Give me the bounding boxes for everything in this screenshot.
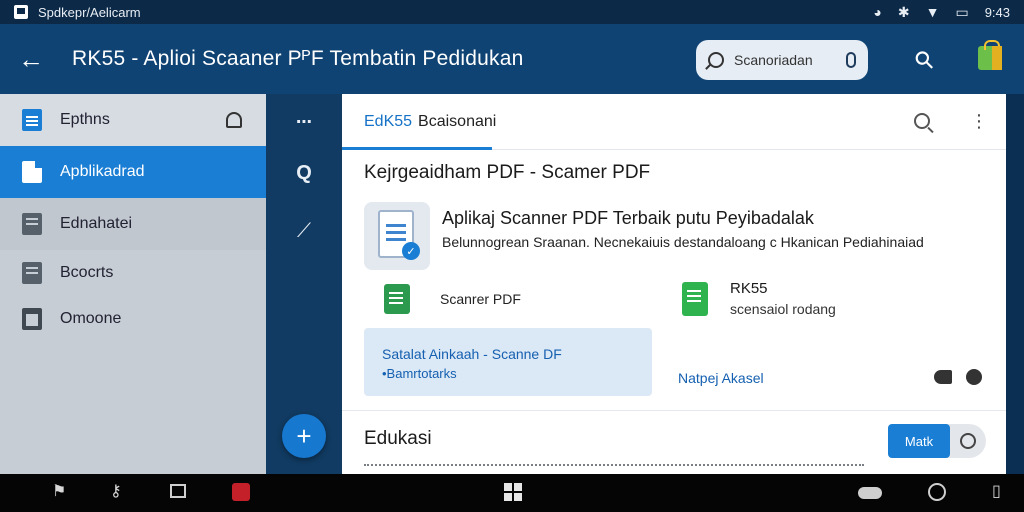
feature-label: Scanrer PDF: [440, 291, 521, 307]
search-icon[interactable]: [914, 113, 930, 129]
search-icon: [708, 52, 724, 68]
app-shortcut-icon[interactable]: [232, 483, 250, 501]
clock: 9:43: [984, 4, 1010, 20]
notification-text: Spdkepr/Aelicarm: [38, 4, 141, 20]
drawer-item-epthns[interactable]: Epthns: [0, 94, 266, 146]
app-card-description: Belunnogrean Sraanan. Necnekaiuis destan…: [442, 234, 924, 250]
search-icon[interactable]: Q: [266, 162, 342, 185]
section-title: Kejrgeaidham PDF - Scamer PDF: [364, 162, 651, 183]
drawer-item-bcocrts[interactable]: Bcocrts: [0, 250, 266, 296]
app-card-title[interactable]: Aplikaj Scanner PDF Terbaik putu Peyibad…: [442, 208, 814, 229]
drawer-item-ednahatei[interactable]: Ednahatei: [0, 198, 266, 250]
wrench-icon[interactable]: ⚲: [908, 44, 941, 77]
toggle-switch-icon[interactable]: [858, 487, 882, 499]
document-icon: [22, 109, 42, 131]
recent-apps-icon[interactable]: [170, 484, 186, 498]
drawer-item-label: Ednahatei: [60, 215, 133, 232]
calendar-icon: [22, 262, 42, 284]
add-icon: +: [296, 420, 312, 451]
system-nav-bar: ⚑ ⚷ ▯: [0, 474, 1024, 512]
box-icon: [22, 308, 42, 330]
alarm-icon: ◕: [873, 4, 882, 20]
more-vert-icon[interactable]: ⋮: [970, 112, 988, 130]
add-button[interactable]: +: [282, 414, 326, 458]
action-pill: Matk: [888, 424, 986, 458]
drawer-item-label: Epthns: [60, 111, 110, 128]
windows-start-icon[interactable]: [504, 483, 522, 501]
file-icon: [22, 161, 42, 183]
active-tab-indicator: [342, 147, 492, 150]
wand-icon[interactable]: ⟋: [266, 220, 342, 243]
promo-card[interactable]: Satalat Ainkaah - Scanne DF •Bamrtotarks: [364, 328, 652, 396]
status-icons: ◕ ✱ ▼ ▭ 9:43: [873, 5, 1010, 20]
notification-bell-icon[interactable]: [226, 112, 242, 128]
sheet-icon: [384, 284, 410, 314]
drawer-item-label: Bcocrts: [60, 264, 114, 281]
drawer-item-apblikadrad[interactable]: Apblikadrad: [0, 146, 266, 198]
tab-bar: EdK55 Bcaisonani ⋮: [342, 94, 1006, 150]
promo-title: Satalat Ainkaah - Scanne DF: [382, 346, 562, 362]
drawer-item-label: Omoone: [60, 310, 122, 327]
search-placeholder: Scanoriadan: [734, 52, 813, 68]
divider: [342, 410, 1006, 411]
globe-icon[interactable]: [928, 483, 946, 501]
tab-bcaisonani[interactable]: Bcaisonani: [418, 113, 496, 131]
search-input[interactable]: Scanoriadan: [696, 40, 868, 80]
app-notification-icon: [14, 5, 28, 19]
store-bag-icon[interactable]: [978, 40, 1002, 70]
feature-scanner-pdf[interactable]: Scanrer PDF: [384, 284, 521, 314]
feature-rk55[interactable]: RK55 scensaiol rodang: [682, 280, 836, 317]
navigation-drawer: Epthns Apblikadrad Ednahatei Bcocrts Omo…: [0, 94, 266, 474]
app-title: RK55 - Aplioi Scaaner PᴾF Tembatin Pedid…: [72, 47, 524, 70]
feature-subtitle: scensaiol rodang: [730, 301, 836, 317]
menu-icon[interactable]: ⋯: [266, 112, 342, 132]
app-document-icon: ✓: [364, 202, 430, 270]
feature-name: RK55: [730, 280, 768, 297]
info-icon[interactable]: [966, 369, 982, 385]
action-button[interactable]: Matk: [888, 424, 950, 458]
drawer-item-omoone[interactable]: Omoone: [0, 296, 266, 342]
spreadsheet-icon: [682, 281, 708, 316]
key-icon[interactable]: ⚷: [110, 484, 122, 500]
promo-subtitle: •Bamrtotarks: [382, 366, 457, 381]
education-title: Edukasi: [364, 428, 432, 449]
wifi-icon: ▼: [925, 4, 940, 20]
flag-icon[interactable]: ⚑: [52, 484, 66, 500]
status-bar: Spdkepr/Aelicarm ◕ ✱ ▼ ▭ 9:43: [0, 0, 1024, 24]
checkmark-icon: ✓: [402, 242, 420, 260]
phone-icon[interactable]: ▯: [992, 484, 1001, 500]
bluetooth-icon: ✱: [897, 4, 910, 20]
folder-icon: [22, 213, 42, 235]
back-arrow-icon[interactable]: ←: [18, 46, 48, 72]
toggle-icon[interactable]: [934, 370, 952, 384]
settings-icon[interactable]: [960, 433, 976, 449]
drawer-item-label: Apblikadrad: [60, 163, 145, 180]
tab-edk55[interactable]: EdK55: [364, 113, 412, 131]
mic-icon[interactable]: [846, 52, 856, 68]
app-bar: ← RK55 - Aplioi Scaaner PᴾF Tembatin Ped…: [0, 24, 1024, 94]
main-panel: EdK55 Bcaisonani ⋮ Kejrgeaidham PDF - Sc…: [342, 94, 1006, 474]
truncated-text-row: [364, 464, 864, 472]
battery-icon: ▭: [955, 4, 969, 20]
details-link[interactable]: Natpej Akasel: [678, 370, 764, 386]
